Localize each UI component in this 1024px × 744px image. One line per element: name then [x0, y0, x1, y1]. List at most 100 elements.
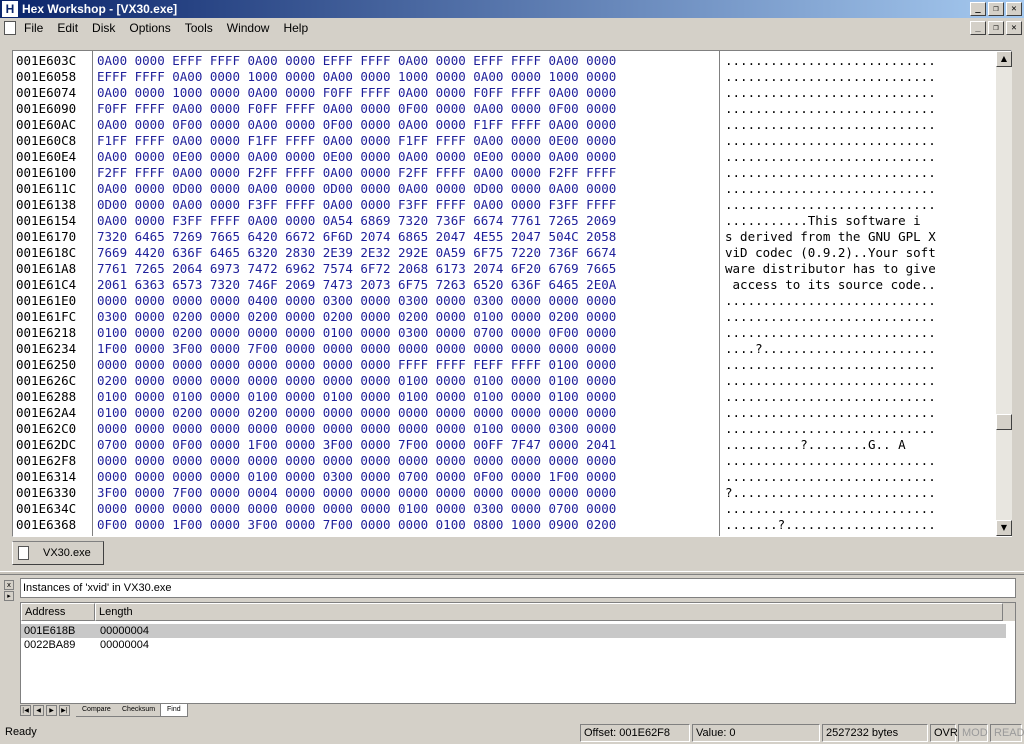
doc-minimize-button[interactable]: _	[970, 21, 986, 35]
ascii-line[interactable]: ............................	[721, 69, 996, 85]
doc-restore-button[interactable]: ❐	[988, 21, 1004, 35]
hex-line[interactable]: 0000 0000 0000 0000 0000 0000 0000 0000 …	[94, 421, 719, 437]
hex-line[interactable]: 0000 0000 0000 0000 0000 0000 0000 0000 …	[94, 453, 719, 469]
ascii-line[interactable]: ............................	[721, 149, 996, 165]
hex-line[interactable]: 3F00 0000 7F00 0000 0004 0000 0000 0000 …	[94, 485, 719, 501]
result-row[interactable]: 001E618B 00000004	[21, 624, 1006, 638]
ascii-line[interactable]: ............................	[721, 181, 996, 197]
ascii-line[interactable]: ............................	[721, 165, 996, 181]
ascii-line[interactable]: ............................	[721, 389, 996, 405]
tab-checksum[interactable]: Checksum	[116, 704, 162, 717]
last-tab-icon[interactable]: ▶|	[59, 705, 70, 716]
offset-line: 001E6138	[16, 197, 77, 212]
ascii-line[interactable]: ............................	[721, 117, 996, 133]
hex-line[interactable]: 1F00 0000 3F00 0000 7F00 0000 0000 0000 …	[94, 341, 719, 357]
ascii-line[interactable]: ...........This software i	[721, 213, 996, 229]
ascii-line[interactable]: ............................	[721, 197, 996, 213]
hex-line[interactable]: 0000 0000 0000 0000 0000 0000 0000 0000 …	[94, 501, 719, 517]
ascii-line[interactable]: ............................	[721, 85, 996, 101]
hex-line[interactable]: 0200 0000 0000 0000 0000 0000 0000 0000 …	[94, 373, 719, 389]
panel-splitter[interactable]	[0, 571, 1024, 575]
next-tab-icon[interactable]: ▶	[46, 705, 57, 716]
ascii-line[interactable]: access to its source code..	[721, 277, 996, 293]
hex-line[interactable]: 0D00 0000 0A00 0000 F3FF FFFF 0A00 0000 …	[94, 197, 719, 213]
file-tab[interactable]: VX30.exe	[12, 541, 104, 565]
panel-pin-icon[interactable]: ▸	[4, 591, 14, 601]
first-tab-icon[interactable]: |◀	[20, 705, 31, 716]
ascii-line[interactable]: s derived from the GNU GPL X	[721, 229, 996, 245]
hex-line[interactable]: F0FF FFFF 0A00 0000 F0FF FFFF 0A00 0000 …	[94, 101, 719, 117]
hex-line[interactable]: 0A00 0000 EFFF FFFF 0A00 0000 EFFF FFFF …	[94, 53, 719, 69]
tab-compare[interactable]: Compare	[76, 704, 117, 717]
restore-button[interactable]: ❐	[988, 2, 1004, 16]
menu-window[interactable]: Window	[227, 19, 270, 37]
hex-line[interactable]: 7761 7265 2064 6973 7472 6962 7574 6F72 …	[94, 261, 719, 277]
menu-help[interactable]: Help	[283, 19, 308, 37]
scroll-down-icon[interactable]: ▼	[996, 520, 1012, 536]
ascii-line[interactable]: ....?.......................	[721, 341, 996, 357]
hex-line[interactable]: 0000 0000 0000 0000 0000 0000 0000 0000 …	[94, 357, 719, 373]
ascii-line[interactable]: ..........?........G.. A	[721, 437, 996, 453]
hex-column[interactable]: 0A00 0000 EFFF FFFF 0A00 0000 EFFF FFFF …	[94, 51, 720, 536]
panel-close-icon[interactable]: x	[4, 580, 14, 590]
hex-line[interactable]: 0A00 0000 0F00 0000 0A00 0000 0F00 0000 …	[94, 117, 719, 133]
ascii-line[interactable]: ............................	[721, 133, 996, 149]
ascii-line[interactable]: viD codec (0.9.2)..Your soft	[721, 245, 996, 261]
menu-file[interactable]: File	[24, 19, 43, 37]
hex-line[interactable]: 0100 0000 0200 0000 0200 0000 0000 0000 …	[94, 405, 719, 421]
hex-line[interactable]: 0A00 0000 1000 0000 0A00 0000 F0FF FFFF …	[94, 85, 719, 101]
hex-line[interactable]: 0000 0000 0000 0000 0100 0000 0300 0000 …	[94, 469, 719, 485]
ascii-line[interactable]: ............................	[721, 101, 996, 117]
menu-disk[interactable]: Disk	[92, 19, 115, 37]
menu-tools[interactable]: Tools	[185, 19, 213, 37]
hex-line[interactable]: 0A00 0000 F3FF FFFF 0A00 0000 0A54 6869 …	[94, 213, 719, 229]
offset-column: 001E603C 001E6058 001E6074 001E6090 001E60AC…	[13, 51, 93, 536]
hex-line[interactable]: 0100 0000 0200 0000 0000 0000 0100 0000 …	[94, 325, 719, 341]
menu-edit[interactable]: Edit	[57, 19, 78, 37]
ascii-line[interactable]: ............................	[721, 501, 996, 517]
ascii-line[interactable]: ............................	[721, 325, 996, 341]
column-header-length[interactable]: Length	[95, 603, 1003, 621]
hex-line[interactable]: 0100 0000 0100 0000 0100 0000 0100 0000 …	[94, 389, 719, 405]
hex-line[interactable]: F1FF FFFF 0A00 0000 F1FF FFFF 0A00 0000 …	[94, 133, 719, 149]
ascii-line[interactable]: .......?....................	[721, 517, 996, 533]
hex-editor[interactable]: 001E603C 001E6058 001E6074 001E6090 001E60AC…	[12, 50, 1012, 537]
hex-line[interactable]: 0700 0000 0F00 0000 1F00 0000 3F00 0000 …	[94, 437, 719, 453]
offset-line: 001E61FC	[16, 309, 77, 324]
hex-line[interactable]: 0A00 0000 0D00 0000 0A00 0000 0D00 0000 …	[94, 181, 719, 197]
ascii-line[interactable]: ............................	[721, 469, 996, 485]
ascii-line[interactable]: ............................	[721, 293, 996, 309]
hex-line[interactable]: 7669 4420 636F 6465 6320 2830 2E39 2E32 …	[94, 245, 719, 261]
ascii-line[interactable]: ?...........................	[721, 485, 996, 501]
ascii-line[interactable]: ............................	[721, 309, 996, 325]
minimize-button[interactable]: _	[970, 2, 986, 16]
close-button[interactable]: ✕	[1006, 2, 1022, 16]
hex-line[interactable]: 0F00 0000 1F00 0000 3F00 0000 7F00 0000 …	[94, 517, 719, 533]
result-row[interactable]: 0022BA89 00000004	[21, 638, 217, 652]
document-icon[interactable]	[4, 21, 16, 35]
vertical-scrollbar[interactable]: ▲ ▼	[996, 51, 1012, 536]
ascii-line[interactable]: ............................	[721, 453, 996, 469]
ascii-line[interactable]: ............................	[721, 421, 996, 437]
hex-line[interactable]: F2FF FFFF 0A00 0000 F2FF FFFF 0A00 0000 …	[94, 165, 719, 181]
hex-line[interactable]: 0300 0000 0200 0000 0200 0000 0200 0000 …	[94, 309, 719, 325]
ascii-line[interactable]: ware distributor has to give	[721, 261, 996, 277]
hex-line[interactable]: 2061 6363 6573 7320 746F 2069 7473 2073 …	[94, 277, 719, 293]
ascii-line[interactable]: ............................	[721, 405, 996, 421]
menu-options[interactable]: Options	[129, 19, 170, 37]
prev-tab-icon[interactable]: ◀	[33, 705, 44, 716]
ascii-column[interactable]: ........................................…	[721, 51, 996, 536]
ascii-line[interactable]: ............................	[721, 53, 996, 69]
doc-close-button[interactable]: ✕	[1006, 21, 1022, 35]
column-header-address[interactable]: Address	[21, 603, 95, 621]
tab-find[interactable]: Find	[160, 704, 188, 717]
hex-line[interactable]: 0A00 0000 0E00 0000 0A00 0000 0E00 0000 …	[94, 149, 719, 165]
ascii-line[interactable]: ............................	[721, 373, 996, 389]
scroll-thumb[interactable]	[996, 414, 1012, 430]
scroll-up-icon[interactable]: ▲	[996, 51, 1012, 67]
results-list[interactable]: Address Length 001E618B 00000004 0022BA8…	[20, 602, 1016, 704]
hex-line[interactable]: 7320 6465 7269 7665 6420 6672 6F6D 2074 …	[94, 229, 719, 245]
hex-line[interactable]: EFFF FFFF 0A00 0000 1000 0000 0A00 0000 …	[94, 69, 719, 85]
ascii-line[interactable]: ............................	[721, 357, 996, 373]
hex-line[interactable]: 0000 0000 0000 0000 0400 0000 0300 0000 …	[94, 293, 719, 309]
